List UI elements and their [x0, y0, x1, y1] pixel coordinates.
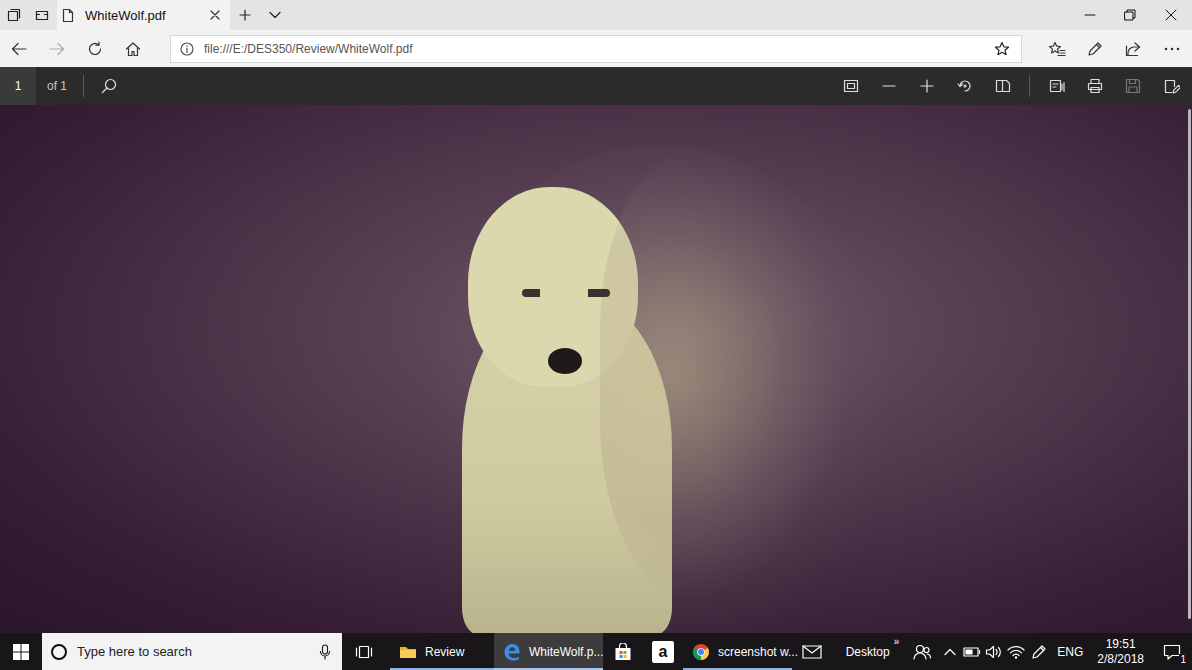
microphone-icon[interactable]	[316, 633, 334, 670]
taskbar-app[interactable]: WhiteWolf.p...	[494, 633, 603, 670]
wolf-eyes-shape	[522, 289, 610, 297]
chrome-icon	[691, 642, 711, 662]
store-icon	[613, 642, 633, 662]
notification-count: 1	[1179, 654, 1187, 665]
battery-icon[interactable]	[961, 633, 983, 670]
mail-icon	[802, 642, 822, 662]
favorite-star-icon[interactable]	[989, 36, 1015, 62]
edge-icon	[502, 642, 522, 662]
taskbar-app[interactable]: Review	[390, 633, 494, 670]
input-language[interactable]: ENG	[1051, 633, 1089, 670]
separator	[1029, 75, 1030, 97]
scrollbar[interactable]	[1188, 109, 1191, 619]
save-icon	[1114, 67, 1152, 105]
close-window-icon[interactable]	[1150, 0, 1192, 30]
pdf-page-photo	[0, 105, 1192, 633]
running-indicator	[494, 668, 603, 670]
share-icon[interactable]	[1114, 30, 1152, 67]
clock[interactable]: 19:512/8/2018	[1089, 633, 1152, 670]
clock-date[interactable]: 2/8/2018	[1097, 652, 1144, 667]
volume-icon[interactable]	[983, 633, 1005, 670]
running-indicator	[390, 668, 494, 670]
taskbar-app[interactable]	[603, 633, 643, 670]
app-label[interactable]: WhiteWolf.p...	[529, 645, 603, 659]
site-info-icon[interactable]	[179, 36, 195, 62]
windows-ink-icon[interactable]	[1027, 633, 1051, 670]
tab-list-chevron-icon[interactable]	[260, 0, 290, 30]
search-placeholder[interactable]: Type here to search	[77, 644, 316, 659]
cortana-circle-icon[interactable]	[50, 633, 68, 670]
wifi-icon[interactable]	[1005, 633, 1027, 670]
fit-page-icon[interactable]	[832, 67, 870, 105]
tab-bar: WhiteWolf.pdf	[0, 0, 1192, 30]
folder-icon	[398, 642, 418, 662]
separator	[83, 75, 84, 97]
rotate-icon[interactable]	[946, 67, 984, 105]
page-layout-icon[interactable]	[984, 67, 1022, 105]
taskbar-app[interactable]: a	[643, 633, 683, 670]
minimize-icon[interactable]	[1070, 0, 1110, 30]
task-view-icon[interactable]	[343, 633, 385, 670]
pdf-toolbar: 1 of 1	[0, 67, 1192, 105]
new-tab-icon[interactable]	[230, 0, 260, 30]
spacer	[832, 633, 840, 670]
taskbar-app[interactable]	[792, 633, 832, 670]
desktop-toolbar-label[interactable]: Desktop	[846, 645, 890, 659]
notes-pen-icon[interactable]	[1076, 30, 1114, 67]
start-windows-icon[interactable]	[0, 633, 42, 670]
amazon-icon: a	[652, 641, 674, 663]
more-icon[interactable]	[1152, 30, 1192, 67]
tab-preview-icon[interactable]	[28, 0, 56, 30]
toolbar-overflow[interactable]: »	[894, 636, 900, 647]
page-number-field[interactable]: 1	[0, 67, 36, 105]
app-label[interactable]: screenshot w...	[718, 645, 798, 659]
people-icon[interactable]	[905, 633, 939, 670]
action-center-button[interactable]: 1	[1152, 633, 1192, 670]
running-indicator	[683, 668, 792, 670]
dispersion-shape	[600, 145, 850, 605]
close-tab-icon[interactable]	[200, 0, 230, 30]
clock-time[interactable]: 19:51	[1106, 637, 1136, 652]
tab-label: WhiteWolf.pdf	[85, 8, 200, 23]
address-row: file:///E:/DES350/Review/WhiteWolf.pdf	[0, 30, 1192, 67]
browser-actions	[1038, 30, 1192, 67]
taskbar: Type here to search Review WhiteWolf.p... a…	[0, 633, 1192, 670]
address-field[interactable]: file:///E:/DES350/Review/WhiteWolf.pdf	[170, 35, 1022, 63]
refresh-icon[interactable]	[76, 30, 114, 67]
desktop-toolbar[interactable]: Desktop »	[840, 633, 906, 670]
tabs-aside-icon[interactable]	[0, 0, 28, 30]
search-icon[interactable]	[84, 67, 134, 105]
wolf-nose-shape	[548, 348, 582, 374]
browser-tab[interactable]: WhiteWolf.pdf	[57, 0, 230, 30]
app-label[interactable]: Review	[425, 645, 464, 659]
add-notes-icon[interactable]	[1152, 67, 1192, 105]
taskbar-app[interactable]: screenshot w...	[683, 633, 792, 670]
forward-icon	[38, 30, 76, 67]
restore-icon[interactable]	[1110, 0, 1150, 30]
spacer	[290, 0, 1070, 30]
zoom-in-icon[interactable]	[908, 67, 946, 105]
zoom-out-icon[interactable]	[870, 67, 908, 105]
read-aloud-icon[interactable]	[1038, 67, 1076, 105]
back-icon[interactable]	[0, 30, 38, 67]
home-icon[interactable]	[114, 30, 152, 67]
action-center-icon	[1163, 644, 1181, 660]
url-text[interactable]: file:///E:/DES350/Review/WhiteWolf.pdf	[204, 42, 989, 56]
taskbar-search[interactable]: Type here to search	[42, 633, 342, 670]
favorites-icon[interactable]	[1038, 30, 1076, 67]
print-icon[interactable]	[1076, 67, 1114, 105]
show-hidden-icons-chevron[interactable]	[939, 633, 961, 670]
pdf-file-icon[interactable]	[60, 0, 76, 30]
page-count: of 1	[47, 79, 67, 93]
